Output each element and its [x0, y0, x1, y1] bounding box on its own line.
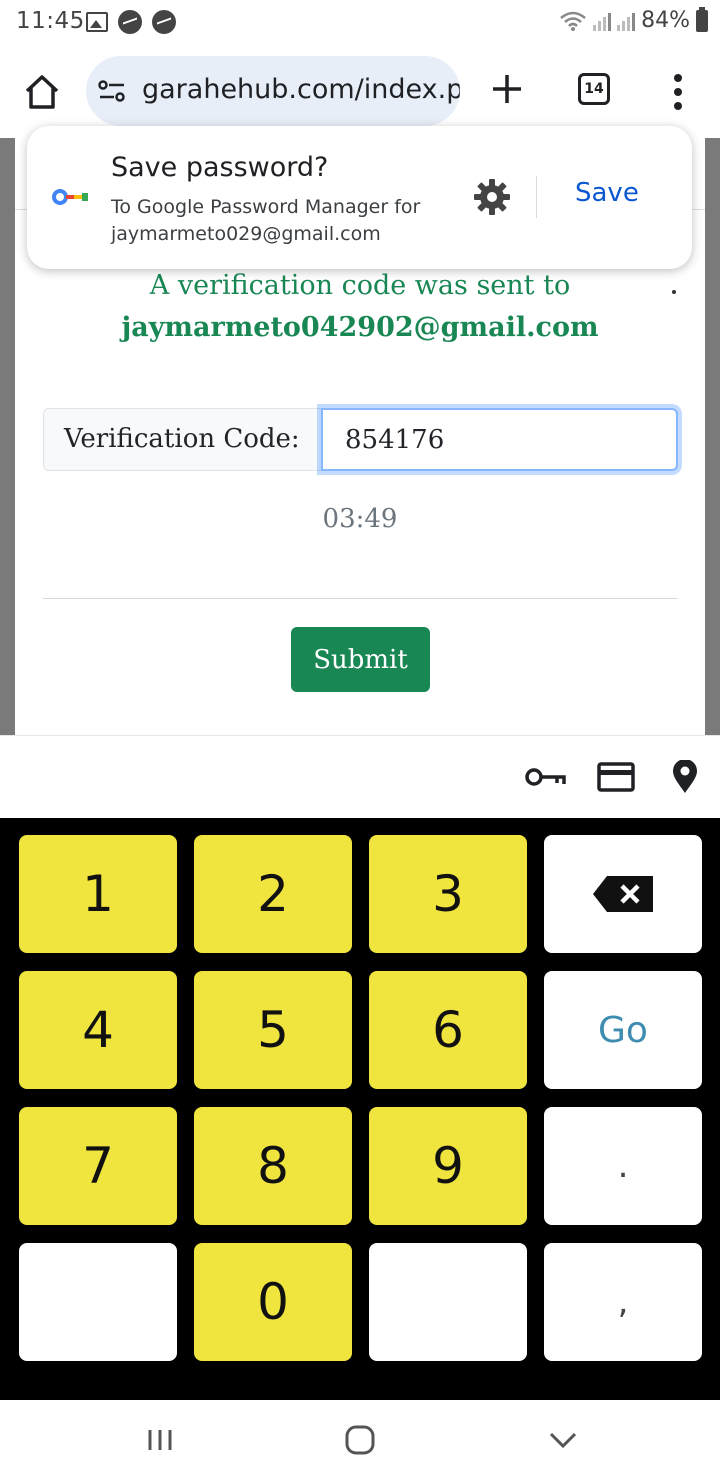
key-7[interactable]: 7	[19, 1107, 177, 1225]
key-0[interactable]: 0	[194, 1243, 352, 1361]
home-icon[interactable]	[22, 72, 62, 112]
url-text: garahehub.com/index.php	[142, 74, 460, 105]
back-icon[interactable]	[543, 1422, 583, 1458]
popup-subtitle: To Google Password Manager for	[111, 196, 421, 218]
notification-icons	[86, 10, 176, 34]
verification-input-group: Verification Code:	[43, 408, 678, 471]
key-5[interactable]: 5	[194, 971, 352, 1089]
system-nav-bar	[0, 1400, 720, 1480]
key-icon[interactable]	[524, 760, 566, 794]
keyboard-accessory-bar	[0, 735, 720, 818]
key-8[interactable]: 8	[194, 1107, 352, 1225]
recents-icon[interactable]	[140, 1422, 180, 1458]
status-time: 11:45	[16, 8, 85, 34]
key-2[interactable]: 2	[194, 835, 352, 953]
verification-code-label: Verification Code:	[43, 408, 323, 471]
popup-title: Save password?	[111, 152, 329, 183]
browser-toolbar: garahehub.com/index.php 14	[0, 46, 720, 138]
more-menu-icon[interactable]	[668, 72, 688, 112]
tab-switcher-button[interactable]: 14	[578, 73, 610, 105]
key-3[interactable]: 3	[369, 835, 527, 953]
key-4[interactable]: 4	[19, 971, 177, 1089]
google-key-icon	[52, 189, 88, 205]
battery-percent: 84%	[641, 8, 690, 33]
numeric-keyboard: 1 2 3 4 5 6 Go 7 8 9 . 0 ,	[0, 818, 720, 1400]
gear-icon[interactable]	[473, 178, 511, 216]
backspace-key[interactable]	[544, 835, 702, 953]
key-9[interactable]: 9	[369, 1107, 527, 1225]
home-button-icon[interactable]	[340, 1422, 380, 1458]
save-password-button[interactable]: Save	[575, 178, 639, 208]
wifi-icon	[560, 11, 586, 31]
card-icon[interactable]	[596, 760, 638, 794]
signal-icon-2	[617, 11, 636, 31]
decorative-dot	[672, 290, 676, 294]
messenger-icon	[118, 10, 142, 34]
blank-key-right[interactable]	[369, 1243, 527, 1361]
key-6[interactable]: 6	[369, 971, 527, 1089]
popup-account: jaymarmeto029@gmail.com	[111, 223, 381, 245]
verification-code-input[interactable]	[321, 408, 678, 471]
countdown-timer: 03:49	[322, 504, 398, 534]
submit-button[interactable]: Submit	[291, 627, 430, 692]
blank-key-left[interactable]	[19, 1243, 177, 1361]
status-right: 84%	[559, 6, 708, 33]
go-key[interactable]: Go	[544, 971, 702, 1089]
period-key[interactable]: .	[544, 1107, 702, 1225]
verification-message: A verification code was sent to	[149, 270, 571, 301]
verification-email: jaymarmeto042902@gmail.com	[121, 312, 599, 343]
site-settings-icon[interactable]	[98, 80, 126, 102]
backspace-icon	[593, 876, 653, 912]
key-1[interactable]: 1	[19, 835, 177, 953]
popup-separator	[536, 176, 537, 218]
signal-icon	[593, 11, 612, 31]
status-bar: 11:45 84%	[0, 0, 720, 46]
new-tab-icon[interactable]	[490, 72, 524, 106]
comma-key[interactable]: ,	[544, 1243, 702, 1361]
form-divider	[43, 598, 678, 599]
messenger-icon-2	[152, 10, 176, 34]
save-password-popup: Save password? To Google Password Manage…	[27, 126, 692, 269]
location-icon[interactable]	[664, 760, 706, 794]
gallery-icon	[86, 12, 108, 32]
battery-icon	[696, 6, 708, 32]
url-bar[interactable]: garahehub.com/index.php	[86, 56, 460, 126]
